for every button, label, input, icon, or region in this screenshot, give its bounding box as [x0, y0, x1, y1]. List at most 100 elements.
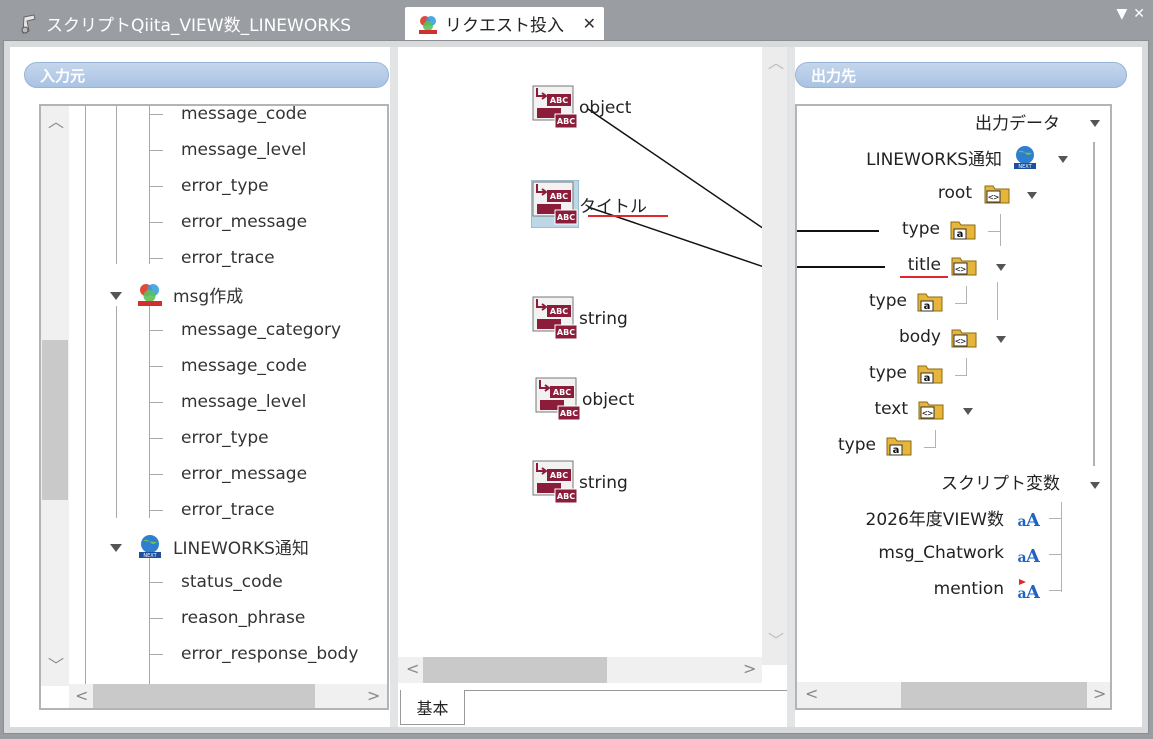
collapse-icon[interactable]	[996, 336, 1006, 343]
collapse-icon[interactable]	[1090, 482, 1100, 489]
tree-item[interactable]: message_category	[149, 312, 341, 348]
collapse-icon[interactable]	[1058, 156, 1068, 163]
tree-item[interactable]: message_level	[149, 384, 306, 420]
tree-node-label: text	[874, 399, 908, 419]
output-tree-hscroll[interactable]: < >	[797, 682, 1110, 708]
svg-text:a: a	[893, 445, 900, 456]
right-panel: 出力先 < > 出力データ LINEWORKS通知 NEXT root <> t…	[795, 47, 1142, 727]
input-tree-hscroll[interactable]: < >	[69, 684, 387, 708]
collapse-icon[interactable]	[1027, 192, 1037, 199]
tree-item-label: message_code	[181, 356, 307, 376]
svg-text:ABC: ABC	[553, 388, 571, 397]
tree-item-label: error_trace	[181, 500, 275, 520]
tab-basic[interactable]: 基本	[400, 690, 465, 725]
tree-item[interactable]: reason_phrase	[149, 600, 305, 636]
tree-guide-line	[955, 375, 967, 376]
scroll-left-icon[interactable]: <	[75, 688, 88, 704]
scroll-right-icon[interactable]: >	[367, 688, 380, 704]
vscroll-thumb[interactable]	[42, 340, 68, 500]
collapse-icon[interactable]	[996, 264, 1006, 271]
svg-text:ABC: ABC	[550, 307, 568, 316]
hscroll-thumb[interactable]	[423, 657, 607, 683]
scroll-down-icon[interactable]: ﹀	[768, 633, 784, 649]
editor-frame: 入力元 ︿ ﹀ < > message_code message_level e…	[3, 40, 1149, 734]
type-node[interactable]: type a	[869, 286, 943, 316]
text-node[interactable]: text <>	[874, 394, 944, 424]
scroll-right-icon[interactable]: >	[743, 661, 756, 677]
object-folder-icon: <>	[984, 182, 1010, 204]
tree-item[interactable]: error_trace	[149, 492, 275, 528]
hscroll-thumb[interactable]	[93, 684, 315, 708]
menu-dropdown-icon[interactable]: ▼	[1116, 6, 1127, 22]
type-node[interactable]: type a	[869, 358, 943, 388]
tab-script[interactable]: スクリプトQiita_VIEW数_LINEWORKS	[6, 7, 390, 40]
tree-item[interactable]: message_code	[149, 348, 307, 384]
mapping-node-string[interactable]: ABC ABC string	[531, 459, 628, 507]
svg-text:NEXT: NEXT	[143, 553, 157, 559]
root-node[interactable]: root <>	[938, 178, 1010, 208]
mapping-hscroll[interactable]: < >	[398, 657, 762, 683]
tree-node-label: LINEWORKS通知	[173, 538, 309, 559]
script-icon	[18, 13, 40, 35]
string-convert-icon: ABC ABC	[534, 376, 582, 424]
tree-node-label: 2026年度VIEW数	[865, 509, 1004, 530]
output-data-node[interactable]: 出力データ	[975, 106, 1060, 136]
svg-text:ABC: ABC	[557, 492, 575, 501]
tree-node-label: type	[838, 435, 876, 455]
scroll-right-icon[interactable]: >	[1093, 686, 1106, 702]
mapping-vscroll[interactable]: ︿ ﹀	[762, 47, 787, 665]
tree-item[interactable]: message_code	[149, 106, 307, 132]
tree-item[interactable]: error_response_body	[149, 636, 358, 672]
mapping-node-string[interactable]: ABC ABC string	[531, 295, 628, 343]
tree-item[interactable]: error_trace	[149, 240, 275, 276]
tab-script-label: スクリプトQiita_VIEW数_LINEWORKS	[46, 16, 351, 36]
scroll-up-icon[interactable]: ︿	[48, 114, 64, 130]
mapping-node-object[interactable]: ABC ABC object	[534, 376, 634, 424]
mapping-node-object[interactable]: ABC ABC object	[531, 84, 631, 132]
scroll-down-icon[interactable]: ﹀	[48, 658, 64, 674]
close-icon[interactable]: ✕	[583, 14, 596, 33]
svg-text:a: a	[924, 373, 931, 384]
input-tree-vscroll[interactable]: ︿ ﹀	[41, 106, 69, 686]
tree-item[interactable]: error_type	[149, 168, 269, 204]
script-var-item[interactable]: msg_Chatwork aA	[878, 538, 1041, 568]
type-node[interactable]: type a	[838, 430, 912, 460]
svg-text:<>: <>	[955, 337, 966, 347]
mapping-node-label: タイトル	[579, 196, 647, 217]
hscroll-thumb[interactable]	[901, 682, 1087, 708]
window-close-icon[interactable]: ✕	[1133, 6, 1145, 22]
tree-item-label: error_trace	[181, 248, 275, 268]
svg-text:<>: <>	[988, 193, 999, 203]
script-var-item[interactable]: 2026年度VIEW数 aA	[865, 502, 1041, 532]
tree-node-label: mention	[933, 579, 1004, 599]
collapse-icon[interactable]	[110, 292, 122, 300]
tree-item[interactable]: error_message	[149, 204, 307, 240]
svg-text:ABC: ABC	[557, 213, 575, 222]
script-var-item[interactable]: mention aA	[933, 574, 1041, 604]
highlight-underline	[588, 215, 668, 217]
collapse-icon[interactable]	[963, 408, 973, 415]
left-splitter[interactable]	[390, 47, 398, 727]
tab-request[interactable]: リクエスト投入 ✕	[405, 7, 604, 40]
script-vars-node[interactable]: スクリプト変数	[941, 466, 1060, 496]
scroll-left-icon[interactable]: <	[805, 686, 818, 702]
tree-item[interactable]: message_level	[149, 132, 306, 168]
tree-item-label: message_level	[181, 392, 307, 412]
scroll-left-icon[interactable]: <	[406, 661, 419, 677]
type-node[interactable]: type a	[902, 214, 976, 244]
mapping-node-label: object	[579, 98, 632, 118]
lineworks-node[interactable]: LINEWORKS通知 NEXT	[866, 142, 1038, 172]
tree-node-lineworks[interactable]: NEXT LINEWORKS通知	[137, 528, 309, 564]
mapping-node-title[interactable]: ABC ABC タイトル	[530, 179, 647, 229]
collapse-icon[interactable]	[110, 544, 122, 552]
tree-node-msg[interactable]: msg作成	[137, 276, 243, 312]
tree-item[interactable]: error_type	[149, 420, 269, 456]
body-node[interactable]: body <>	[899, 322, 977, 352]
left-panel: 入力元 ︿ ﹀ < > message_code message_level e…	[10, 47, 394, 727]
right-splitter[interactable]	[787, 47, 795, 727]
tree-item[interactable]: status_code	[149, 564, 283, 600]
tree-node-label: type	[869, 363, 907, 383]
collapse-icon[interactable]	[1090, 120, 1100, 127]
scroll-up-icon[interactable]: ︿	[768, 55, 784, 71]
tree-item[interactable]: error_message	[149, 456, 307, 492]
